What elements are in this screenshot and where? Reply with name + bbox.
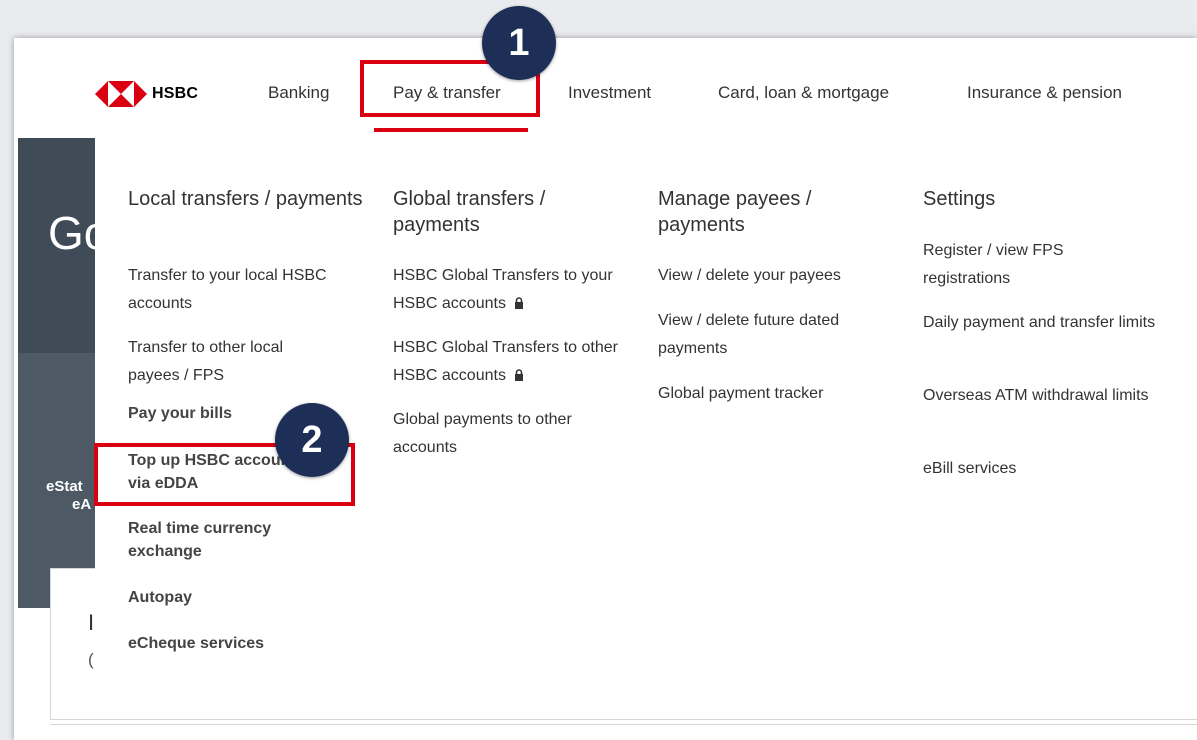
divider [50,724,1197,725]
menu-link-autopay[interactable]: Autopay [128,586,368,609]
menu-link-daily-limits[interactable]: Daily payment and transfer limits [923,309,1163,337]
menu-link-future-dated-payments[interactable]: View / delete future dated payments [658,307,888,363]
step-badge-2: 2 [275,403,349,477]
nav-investment[interactable]: Investment [568,83,651,103]
menu-heading-local: Local transfers / payments [128,188,363,210]
menu-link-global-other-accounts[interactable]: HSBC Global Transfers to other HSBC acco… [393,334,618,390]
menu-heading-global: Global transfers / payments [393,188,546,236]
nav-insurance-pension[interactable]: Insurance & pension [967,83,1122,103]
menu-link-transfer-local-hsbc[interactable]: Transfer to your local HSBC accounts [128,262,364,318]
nav-banking[interactable]: Banking [268,83,329,103]
menu-link-transfer-other-local-fps[interactable]: Transfer to other local payees / FPS [128,334,328,390]
content-fragment: ( [88,650,94,669]
menu-link-ebill-services[interactable]: eBill services [923,455,1163,483]
menu-link-global-payment-tracker[interactable]: Global payment tracker [658,380,898,408]
active-tab-underline [374,128,528,132]
lock-icon [514,369,523,381]
menu-link-label: HSBC Global Transfers to your HSBC accou… [393,267,613,312]
menu-heading-settings: Settings [923,188,996,210]
menu-heading-payees: Manage payees / payments [658,188,812,236]
hero-side-label: eStat eA [46,478,91,514]
lock-icon [514,297,523,309]
menu-link-global-own-accounts[interactable]: HSBC Global Transfers to your HSBC accou… [393,262,618,318]
top-navigation: HSBC Banking Pay & transfer Investment C… [14,38,1197,138]
pay-transfer-mega-menu: Local transfers / payments Transfer to y… [95,136,1197,684]
menu-link-global-payments-other[interactable]: Global payments to other accounts [393,406,618,462]
hero-side-line1: eStat [46,478,83,495]
content-fragment: I [88,610,95,635]
hsbc-hexagon-logo-icon [95,81,147,107]
hsbc-logo[interactable]: HSBC [95,81,198,107]
browser-page: Go eStat eA I ( HSBC Banking Pay & trans… [14,38,1197,740]
brand-name: HSBC [152,85,199,102]
menu-link-echeque[interactable]: eCheque services [128,632,368,655]
menu-link-view-delete-payees[interactable]: View / delete your payees [658,262,898,290]
step-badge-1: 1 [482,6,556,80]
hero-side-line2: eA [72,496,92,513]
menu-link-fps-registrations[interactable]: Register / view FPS registrations [923,237,1113,293]
menu-link-atm-withdrawal-limits[interactable]: Overseas ATM withdrawal limits [923,382,1163,410]
nav-card-loan-mortgage[interactable]: Card, loan & mortgage [718,83,889,103]
menu-link-label: HSBC Global Transfers to other HSBC acco… [393,339,618,384]
menu-link-currency-exchange[interactable]: Real time currency exchange [128,517,308,563]
